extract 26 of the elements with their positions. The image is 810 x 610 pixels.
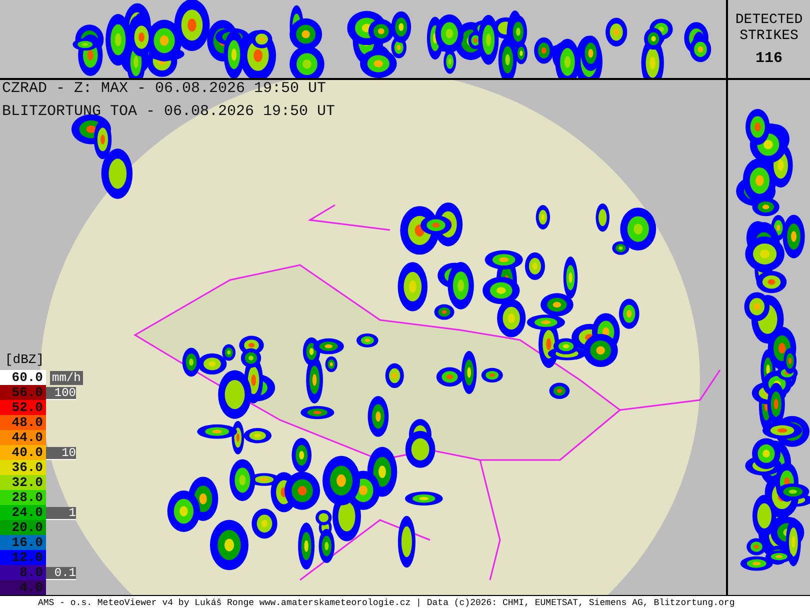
rain-scale-mark: 100 — [46, 387, 76, 400]
legend-swatch: 32.0 — [0, 475, 46, 490]
legend-unit: [dBZ] — [4, 352, 44, 369]
lightning-source-title: BLITZORTUNG TOA - 06.08.2026 19:50 UT — [2, 103, 336, 120]
legend-swatch: 20.0 — [0, 520, 46, 535]
rain-scale-mark: 0.1 — [46, 567, 76, 580]
strikes-count: 116 — [755, 50, 782, 66]
footer-credits: AMS - o.s. MeteoViewer v4 by Lukáš Ronge www.amaterskameteorologie.cz | Data (c)2026: CHMI, EUMETSAT, Siemens AG, Blitzortung.org — [38, 598, 735, 608]
legend-swatch: 8.0 — [0, 565, 46, 580]
legend-swatch: 16.0 — [0, 535, 46, 550]
legend-swatch: 24.0 — [0, 505, 46, 520]
legend-swatch: 36.0 — [0, 460, 46, 475]
legend-swatch: 60.0 — [0, 370, 46, 385]
legend-swatch: 56.0 — [0, 385, 46, 400]
legend-swatch: 28.0 — [0, 490, 46, 505]
legend-swatch: 4.0 — [0, 580, 46, 595]
legend-swatch: 44.0 — [0, 430, 46, 445]
strikes-label: DETECTED STRIKES — [734, 12, 804, 44]
legend-swatch: 48.0 — [0, 415, 46, 430]
legend-swatch: 40.0 — [0, 445, 46, 460]
legend-swatch: 12.0 — [0, 550, 46, 565]
legend-swatch: 52.0 — [0, 400, 46, 415]
radar-product-title: CZRAD - Z: MAX - 06.08.2026 19:50 UT — [2, 80, 328, 97]
rain-scale-mark: 10 — [46, 447, 76, 460]
rain-scale-mark: 1 — [46, 507, 76, 520]
rain-unit: mm/h — [50, 370, 83, 384]
